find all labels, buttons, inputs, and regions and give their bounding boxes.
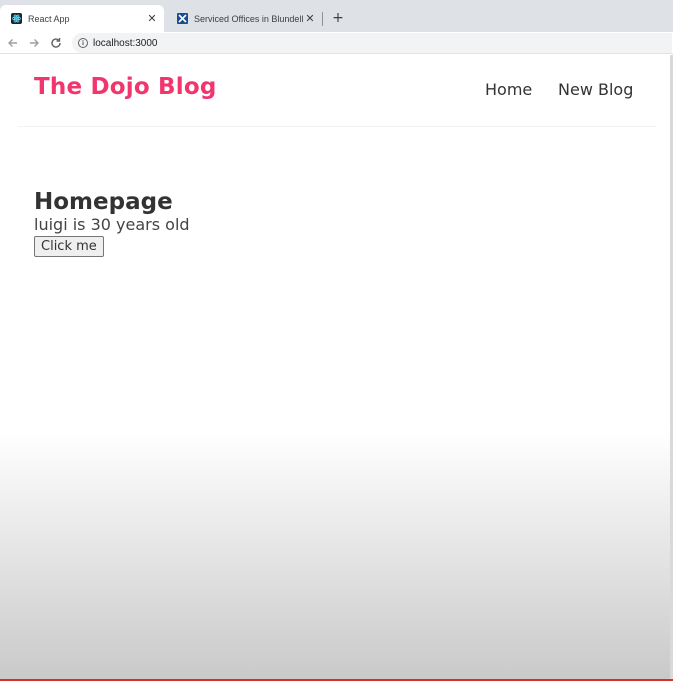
browser-toolbar: i localhost:3000 [0, 32, 673, 54]
close-icon[interactable]: ✕ [145, 12, 159, 25]
tab-title: Serviced Offices in Blundellsands [194, 13, 303, 24]
reload-icon[interactable] [48, 35, 64, 51]
person-age-text: luigi is 30 years old [34, 215, 190, 234]
x-brand-icon [177, 13, 188, 24]
info-icon[interactable]: i [78, 38, 88, 48]
click-me-button[interactable]: Click me [34, 236, 104, 257]
url-text[interactable]: localhost:3000 [93, 38, 158, 49]
nav-link-new-blog[interactable]: New Blog [558, 80, 633, 99]
forward-arrow-icon[interactable] [26, 35, 42, 51]
react-icon [11, 13, 22, 24]
nav-link-home[interactable]: Home [485, 80, 532, 99]
home-content: Homepage luigi is 30 years old Click me [34, 188, 190, 257]
address-bar[interactable]: i localhost:3000 [72, 33, 672, 53]
page-viewport: The Dojo Blog Home New Blog Homepage lui… [0, 55, 673, 681]
tab-serviced-offices[interactable]: Serviced Offices in Blundellsands ✕ [166, 5, 322, 32]
close-icon[interactable]: ✕ [303, 12, 317, 25]
back-arrow-icon[interactable] [5, 35, 21, 51]
browser-tab-strip: React App ✕ Serviced Offices in Blundell… [0, 0, 673, 32]
tab-divider [322, 12, 323, 26]
tab-title: React App [28, 13, 70, 24]
tab-react-app[interactable]: React App ✕ [0, 5, 164, 32]
site-navbar: The Dojo Blog Home New Blog [18, 55, 656, 127]
new-tab-button[interactable]: + [330, 10, 346, 26]
page-title: Homepage [34, 189, 173, 215]
site-brand: The Dojo Blog [34, 74, 217, 100]
